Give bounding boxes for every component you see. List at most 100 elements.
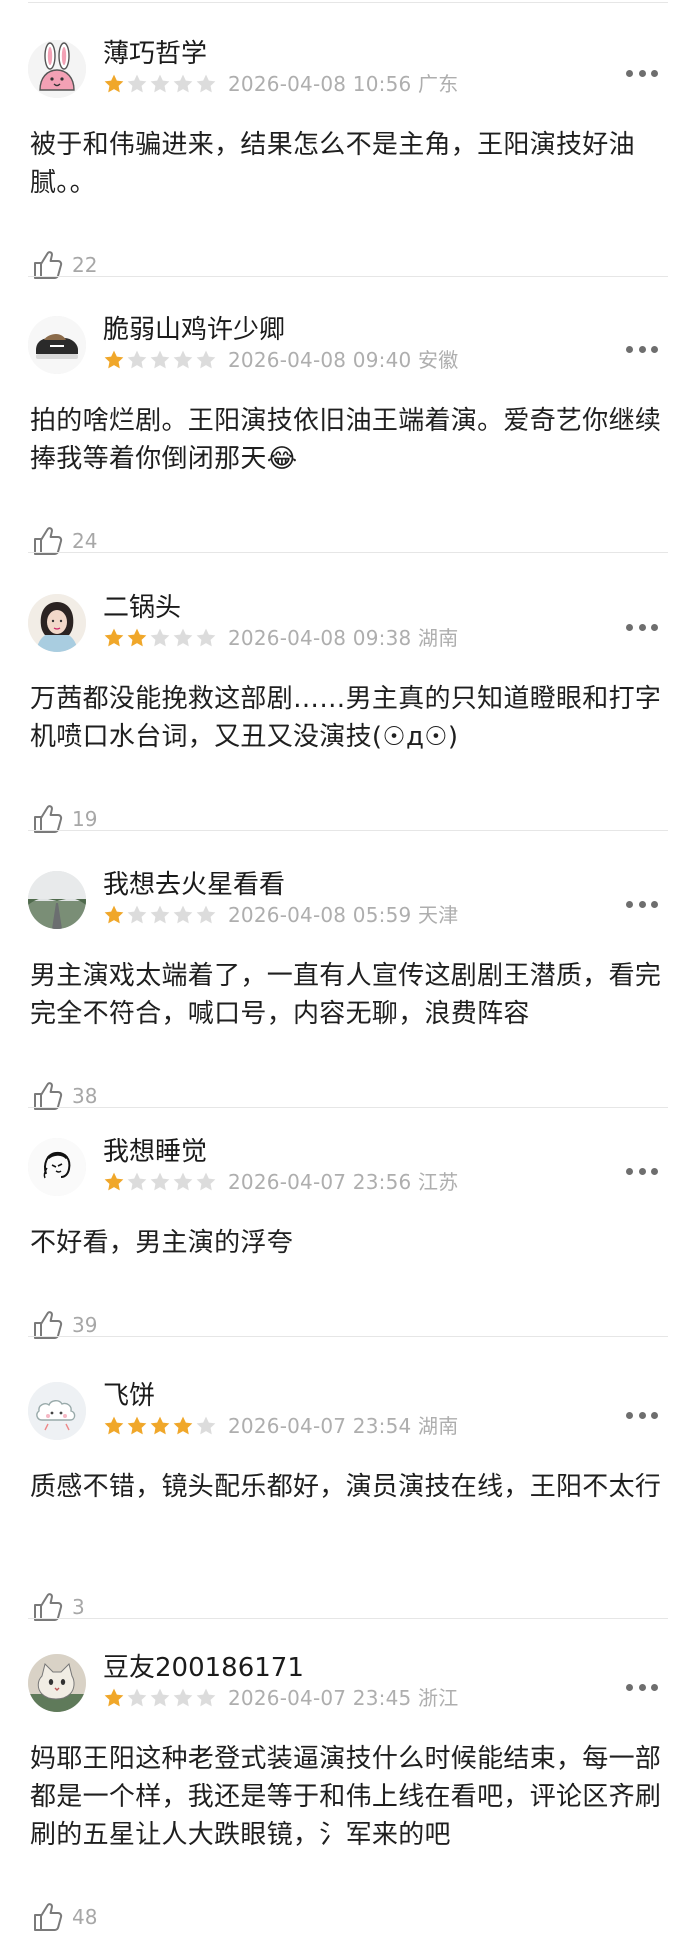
review-location: 天津: [418, 903, 459, 927]
star-icon: [150, 1416, 170, 1435]
star-icon: [104, 350, 124, 369]
star-icon: [196, 905, 216, 924]
review-location: 浙江: [418, 1686, 459, 1710]
review-location: 湖南: [418, 1414, 459, 1438]
more-icon[interactable]: [626, 344, 658, 354]
more-icon[interactable]: [626, 1410, 658, 1420]
review-content: 男主演戏太端着了，一直有人宣传这剧剧王潜质，看完完全不符合，喊口号，内容无聊，浪…: [30, 961, 662, 1029]
star-icon: [127, 1172, 147, 1191]
review-item: 我想去火星看看 2026-04-08 05:59 天津男主演戏太端着了，一直有人宣…: [0, 861, 690, 1110]
review-divider: [28, 1107, 668, 1108]
review-divider: [28, 276, 668, 277]
like-count: 38: [72, 1084, 98, 1108]
username[interactable]: 飞饼: [103, 1380, 155, 1412]
review-content: 拍的啥烂剧。王阳演技依旧油王端着演。爱奇艺你继续捧我等着你倒闭那天😂: [30, 406, 662, 474]
username[interactable]: 豆友200186171: [103, 1652, 304, 1684]
like-button[interactable]: 48: [32, 1900, 97, 1934]
star-icon: [173, 1172, 193, 1191]
thumb-up-icon: [32, 1901, 64, 1933]
avatar[interactable]: [28, 1138, 86, 1196]
username[interactable]: 薄巧哲学: [103, 38, 207, 70]
star-icon: [104, 905, 124, 924]
star-icon: [104, 1688, 124, 1707]
star-icon: [127, 1688, 147, 1707]
more-icon[interactable]: [626, 1166, 658, 1176]
review-datetime: 2026-04-07 23:45: [228, 1686, 412, 1710]
review-item: 我想睡觉 2026-04-07 23:56 江苏不好看，男主演的浮夸 39: [0, 1128, 690, 1339]
star-icon: [150, 74, 170, 93]
review-datetime: 2026-04-08 10:56: [228, 72, 412, 96]
review-divider: [28, 830, 668, 831]
review-item: 飞饼 2026-04-07 23:54 湖南质感不错，镜头配乐都好，演员演技在线，…: [0, 1372, 690, 1621]
like-count: 22: [72, 253, 98, 277]
review-meta: 2026-04-07 23:56 江苏: [228, 1170, 458, 1194]
more-icon[interactable]: [626, 68, 658, 78]
star-icon: [196, 74, 216, 93]
review-location: 安徽: [418, 348, 459, 372]
username[interactable]: 我想去火星看看: [103, 869, 285, 901]
more-icon[interactable]: [626, 622, 658, 632]
review-datetime: 2026-04-08 05:59: [228, 903, 412, 927]
star-icon: [173, 74, 193, 93]
review-divider: [28, 1618, 668, 1619]
more-icon[interactable]: [626, 1682, 658, 1692]
star-icon: [196, 1688, 216, 1707]
review-location: 江苏: [418, 1170, 459, 1194]
review-content: 妈耶王阳这种老登式装逼演技什么时候能结束，每一部都是一个样，我还是等于和伟上线在…: [30, 1744, 662, 1850]
review-content: 万茜都没能挽救这部剧……男主真的只知道瞪眼和打字机喷口水台词，又丑又没演技(☉д…: [30, 684, 662, 752]
star-icon: [150, 350, 170, 369]
star-icon: [173, 905, 193, 924]
star-icon: [173, 350, 193, 369]
star-icon: [127, 1416, 147, 1435]
review-content: 不好看，男主演的浮夸: [30, 1228, 294, 1258]
review-content: 质感不错，镜头配乐都好，演员演技在线，王阳不太行: [30, 1472, 662, 1502]
review-list: 薄巧哲学 2026-04-08 10:56 广东被于和伟骗进来，结果怎么不是主角，…: [0, 0, 690, 1934]
username[interactable]: 我想睡觉: [103, 1136, 207, 1168]
review-content: 被于和伟骗进来，结果怎么不是主角，王阳演技好油腻。。: [30, 130, 635, 198]
avatar[interactable]: [28, 316, 86, 374]
review-datetime: 2026-04-08 09:40: [228, 348, 412, 372]
star-icon: [150, 905, 170, 924]
review-datetime: 2026-04-07 23:54: [228, 1414, 412, 1438]
star-icon: [196, 1172, 216, 1191]
star-rating: [103, 1171, 217, 1193]
star-rating: [103, 627, 217, 649]
review-datetime: 2026-04-08 09:38: [228, 626, 412, 650]
review-item: 薄巧哲学 2026-04-08 10:56 广东被于和伟骗进来，结果怎么不是主角，…: [0, 30, 690, 279]
review-divider: [28, 552, 668, 553]
star-icon: [104, 1172, 124, 1191]
review-datetime: 2026-04-07 23:56: [228, 1170, 412, 1194]
like-count: 48: [72, 1905, 98, 1929]
avatar[interactable]: [28, 40, 86, 98]
review-divider: [28, 1336, 668, 1337]
review-meta: 2026-04-07 23:54 湖南: [228, 1414, 458, 1438]
like-count: 19: [72, 807, 98, 831]
review-item: 二锅头 2026-04-08 09:38 湖南 万茜都没能挽救这部剧……男主真的只知…: [0, 584, 690, 833]
more-icon[interactable]: [626, 899, 658, 909]
avatar[interactable]: [28, 1382, 86, 1440]
review-meta: 2026-04-08 10:56 广东: [228, 72, 458, 96]
avatar[interactable]: [28, 871, 86, 929]
star-rating: [103, 73, 217, 95]
avatar[interactable]: [28, 594, 86, 652]
like-count: 3: [72, 1595, 85, 1619]
username[interactable]: 脆弱山鸡许少卿: [103, 314, 285, 346]
star-icon: [150, 628, 170, 647]
review-location: 广东: [418, 72, 459, 96]
star-icon: [196, 1416, 216, 1435]
star-icon: [196, 350, 216, 369]
avatar[interactable]: [28, 1654, 86, 1712]
username[interactable]: 二锅头: [103, 592, 181, 624]
star-icon: [150, 1688, 170, 1707]
review-item: 豆友200186171 2026-04-07 23:45 浙江妈耶王阳这种老登式装…: [0, 1644, 690, 1931]
star-icon: [127, 74, 147, 93]
star-icon: [127, 905, 147, 924]
review-item: 脆弱山鸡许少卿 2026-04-08 09:40 安徽拍的啥烂剧。王阳演技依旧油王…: [0, 306, 690, 555]
like-count: 39: [72, 1313, 98, 1337]
star-icon: [150, 1172, 170, 1191]
star-icon: [127, 628, 147, 647]
review-meta: 2026-04-08 09:40 安徽: [228, 348, 458, 372]
star-icon: [173, 1416, 193, 1435]
star-rating: [103, 349, 217, 371]
star-rating: [103, 904, 217, 926]
